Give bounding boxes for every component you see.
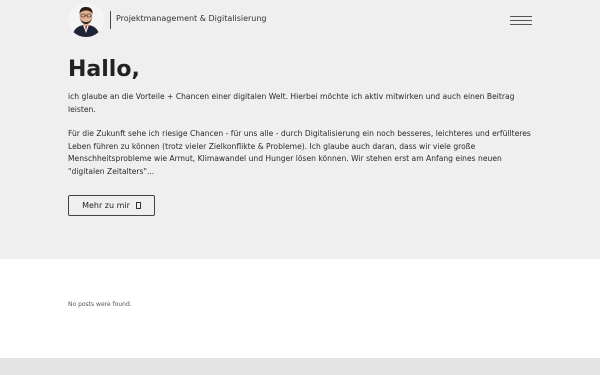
site-header: Projektmanagement & Digitalisierung [68, 3, 532, 37]
profile-photo [68, 3, 104, 37]
hero-section: Projektmanagement & Digitalisierung Hall… [0, 0, 600, 259]
site-footer [0, 358, 600, 375]
page-title: Hallo, [68, 57, 140, 82]
header-divider [110, 11, 111, 29]
avatar[interactable] [68, 3, 104, 37]
vision-paragraph: Für die Zukunft sehe ich riesige Chancen… [68, 129, 531, 176]
more-about-me-button[interactable]: Mehr zu mir [68, 195, 155, 216]
more-about-me-label: Mehr zu mir [82, 201, 130, 210]
no-posts-message: No posts were found. [68, 301, 132, 308]
document-icon [135, 202, 141, 209]
site-tagline[interactable]: Projektmanagement & Digitalisierung [116, 14, 267, 23]
intro-paragraph: ich glaube an die Vorteile + Chancen ein… [68, 92, 515, 114]
hamburger-menu-icon[interactable] [510, 16, 532, 25]
